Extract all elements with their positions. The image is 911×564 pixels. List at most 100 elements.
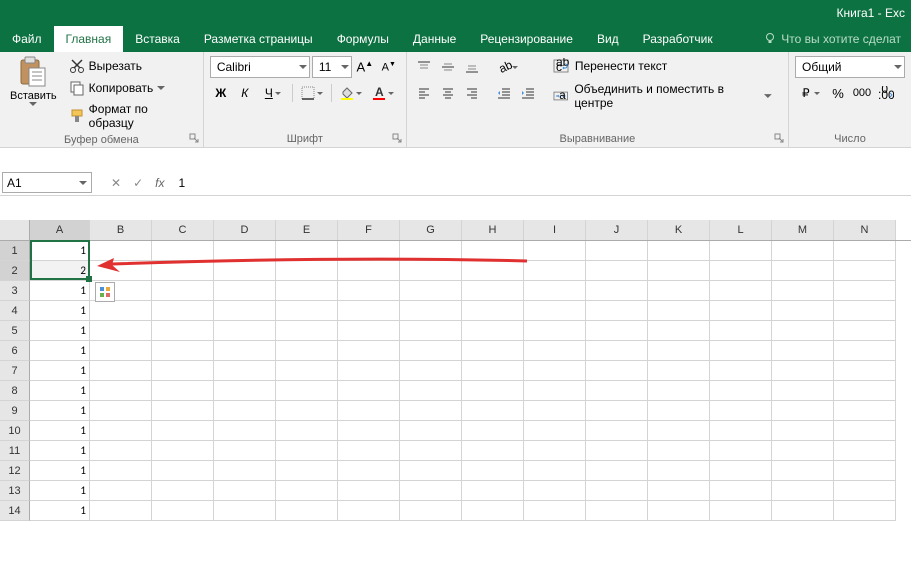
confirm-formula-button[interactable]: ✓ bbox=[133, 176, 143, 190]
cell-D2[interactable] bbox=[214, 261, 276, 281]
cell-F8[interactable] bbox=[338, 381, 400, 401]
decrease-font-button[interactable]: A▼ bbox=[378, 56, 400, 78]
column-header-M[interactable]: M bbox=[772, 220, 834, 240]
cell-I2[interactable] bbox=[524, 261, 586, 281]
cell-H3[interactable] bbox=[462, 281, 524, 301]
cell-J7[interactable] bbox=[586, 361, 648, 381]
column-header-J[interactable]: J bbox=[586, 220, 648, 240]
cell-K2[interactable] bbox=[648, 261, 710, 281]
cell-D4[interactable] bbox=[214, 301, 276, 321]
column-header-A[interactable]: A bbox=[30, 220, 90, 240]
cell-G12[interactable] bbox=[400, 461, 462, 481]
percent-button[interactable]: % bbox=[827, 82, 849, 104]
cell-K5[interactable] bbox=[648, 321, 710, 341]
cell-C13[interactable] bbox=[152, 481, 214, 501]
cell-A13[interactable]: 1 bbox=[30, 481, 90, 501]
increase-decimal-button[interactable]: .0.00 bbox=[875, 82, 897, 104]
font-size-combo[interactable]: 11 bbox=[312, 56, 352, 78]
cell-L6[interactable] bbox=[710, 341, 772, 361]
cell-M11[interactable] bbox=[772, 441, 834, 461]
cell-E9[interactable] bbox=[276, 401, 338, 421]
cell-G7[interactable] bbox=[400, 361, 462, 381]
cell-N11[interactable] bbox=[834, 441, 896, 461]
cell-D7[interactable] bbox=[214, 361, 276, 381]
cell-F11[interactable] bbox=[338, 441, 400, 461]
cell-G3[interactable] bbox=[400, 281, 462, 301]
cell-C2[interactable] bbox=[152, 261, 214, 281]
row-header-11[interactable]: 11 bbox=[0, 441, 30, 461]
cell-G11[interactable] bbox=[400, 441, 462, 461]
borders-button[interactable] bbox=[297, 82, 327, 104]
cell-E8[interactable] bbox=[276, 381, 338, 401]
cell-H13[interactable] bbox=[462, 481, 524, 501]
cell-C12[interactable] bbox=[152, 461, 214, 481]
cell-H10[interactable] bbox=[462, 421, 524, 441]
cell-E4[interactable] bbox=[276, 301, 338, 321]
cell-N12[interactable] bbox=[834, 461, 896, 481]
font-name-combo[interactable]: Calibri bbox=[210, 56, 310, 78]
cell-J2[interactable] bbox=[586, 261, 648, 281]
cell-D9[interactable] bbox=[214, 401, 276, 421]
cell-B6[interactable] bbox=[90, 341, 152, 361]
cell-K1[interactable] bbox=[648, 241, 710, 261]
cell-J14[interactable] bbox=[586, 501, 648, 521]
cell-K13[interactable] bbox=[648, 481, 710, 501]
cell-I14[interactable] bbox=[524, 501, 586, 521]
cell-L8[interactable] bbox=[710, 381, 772, 401]
cell-H6[interactable] bbox=[462, 341, 524, 361]
cell-A2[interactable]: 2 bbox=[30, 261, 90, 281]
cell-I4[interactable] bbox=[524, 301, 586, 321]
cell-L5[interactable] bbox=[710, 321, 772, 341]
row-header-4[interactable]: 4 bbox=[0, 301, 30, 321]
cell-A9[interactable]: 1 bbox=[30, 401, 90, 421]
cell-A8[interactable]: 1 bbox=[30, 381, 90, 401]
fill-color-button[interactable] bbox=[336, 82, 366, 104]
cell-I10[interactable] bbox=[524, 421, 586, 441]
cell-B5[interactable] bbox=[90, 321, 152, 341]
select-all-corner[interactable] bbox=[0, 220, 30, 240]
cell-H9[interactable] bbox=[462, 401, 524, 421]
cell-G5[interactable] bbox=[400, 321, 462, 341]
cell-G14[interactable] bbox=[400, 501, 462, 521]
column-header-E[interactable]: E bbox=[276, 220, 338, 240]
cell-K6[interactable] bbox=[648, 341, 710, 361]
cell-A4[interactable]: 1 bbox=[30, 301, 90, 321]
cell-B11[interactable] bbox=[90, 441, 152, 461]
cell-E12[interactable] bbox=[276, 461, 338, 481]
cell-J3[interactable] bbox=[586, 281, 648, 301]
cell-N1[interactable] bbox=[834, 241, 896, 261]
formula-input[interactable] bbox=[170, 170, 911, 195]
cell-F10[interactable] bbox=[338, 421, 400, 441]
cell-B13[interactable] bbox=[90, 481, 152, 501]
wrap-text-button[interactable]: abc Перенести текст bbox=[549, 56, 782, 76]
cell-I7[interactable] bbox=[524, 361, 586, 381]
cell-L2[interactable] bbox=[710, 261, 772, 281]
cell-L9[interactable] bbox=[710, 401, 772, 421]
tab-developer[interactable]: Разработчик bbox=[631, 26, 725, 52]
cell-E2[interactable] bbox=[276, 261, 338, 281]
cell-J9[interactable] bbox=[586, 401, 648, 421]
row-header-2[interactable]: 2 bbox=[0, 261, 30, 281]
cell-J11[interactable] bbox=[586, 441, 648, 461]
cell-M5[interactable] bbox=[772, 321, 834, 341]
cell-C5[interactable] bbox=[152, 321, 214, 341]
italic-button[interactable]: К bbox=[234, 82, 256, 104]
cell-N5[interactable] bbox=[834, 321, 896, 341]
cell-B8[interactable] bbox=[90, 381, 152, 401]
paste-button[interactable]: Вставить bbox=[6, 54, 61, 108]
cell-F14[interactable] bbox=[338, 501, 400, 521]
cell-D10[interactable] bbox=[214, 421, 276, 441]
cell-I13[interactable] bbox=[524, 481, 586, 501]
cell-N4[interactable] bbox=[834, 301, 896, 321]
cell-B9[interactable] bbox=[90, 401, 152, 421]
cell-N2[interactable] bbox=[834, 261, 896, 281]
cell-M13[interactable] bbox=[772, 481, 834, 501]
cell-M8[interactable] bbox=[772, 381, 834, 401]
cell-M4[interactable] bbox=[772, 301, 834, 321]
cell-D12[interactable] bbox=[214, 461, 276, 481]
cell-H14[interactable] bbox=[462, 501, 524, 521]
cell-D5[interactable] bbox=[214, 321, 276, 341]
cell-J13[interactable] bbox=[586, 481, 648, 501]
align-center-button[interactable] bbox=[437, 82, 459, 104]
cell-J8[interactable] bbox=[586, 381, 648, 401]
